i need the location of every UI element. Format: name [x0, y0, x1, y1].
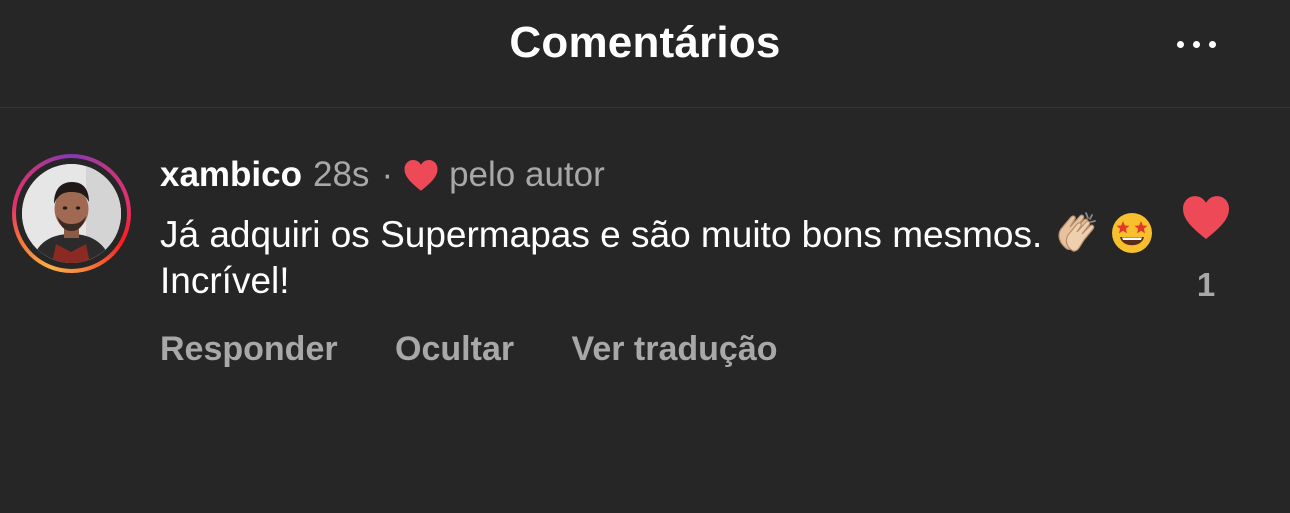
- see-translation-button[interactable]: Ver tradução: [572, 330, 778, 368]
- comment-username[interactable]: xambico: [160, 152, 302, 198]
- comment-text-part2: Incrível!: [160, 260, 290, 301]
- clapping-hands-emoji: [1057, 212, 1096, 252]
- more-dot: [1208, 40, 1216, 48]
- comment-item: xambico 28s · pelo autor Já adquiri os S…: [160, 152, 1160, 368]
- more-horizontal-icon: [1176, 40, 1184, 48]
- comment-time: 28s: [313, 155, 370, 194]
- reply-button[interactable]: Responder: [160, 330, 338, 368]
- comment-meta: xambico 28s · pelo autor: [160, 152, 1160, 198]
- hide-button[interactable]: Ocultar: [395, 330, 514, 368]
- star-struck-emoji: [1111, 213, 1152, 253]
- comment-actions: Responder Ocultar Ver tradução: [160, 330, 826, 369]
- like-count: 1: [1196, 266, 1216, 303]
- liked-by-author-label: pelo autor: [449, 155, 605, 194]
- avatar-story-ring[interactable]: [12, 154, 131, 273]
- avatar: [22, 164, 121, 263]
- meta-separator: ·: [381, 155, 394, 194]
- heart-filled-icon[interactable]: [1180, 194, 1232, 240]
- heart-icon: [404, 160, 438, 191]
- comment-text-part1: Já adquiri os Supermapas e são muito bon…: [160, 214, 1043, 255]
- avatar-gap: [16, 158, 127, 269]
- more-dot: [1192, 40, 1200, 48]
- user-avatar-icon: [22, 164, 121, 263]
- comments-header: Comentários: [0, 0, 1290, 108]
- comment-text: Já adquiri os Supermapas e são muito bon…: [160, 209, 1160, 304]
- page-title: Comentários: [509, 18, 781, 67]
- more-options-button[interactable]: [1160, 22, 1232, 66]
